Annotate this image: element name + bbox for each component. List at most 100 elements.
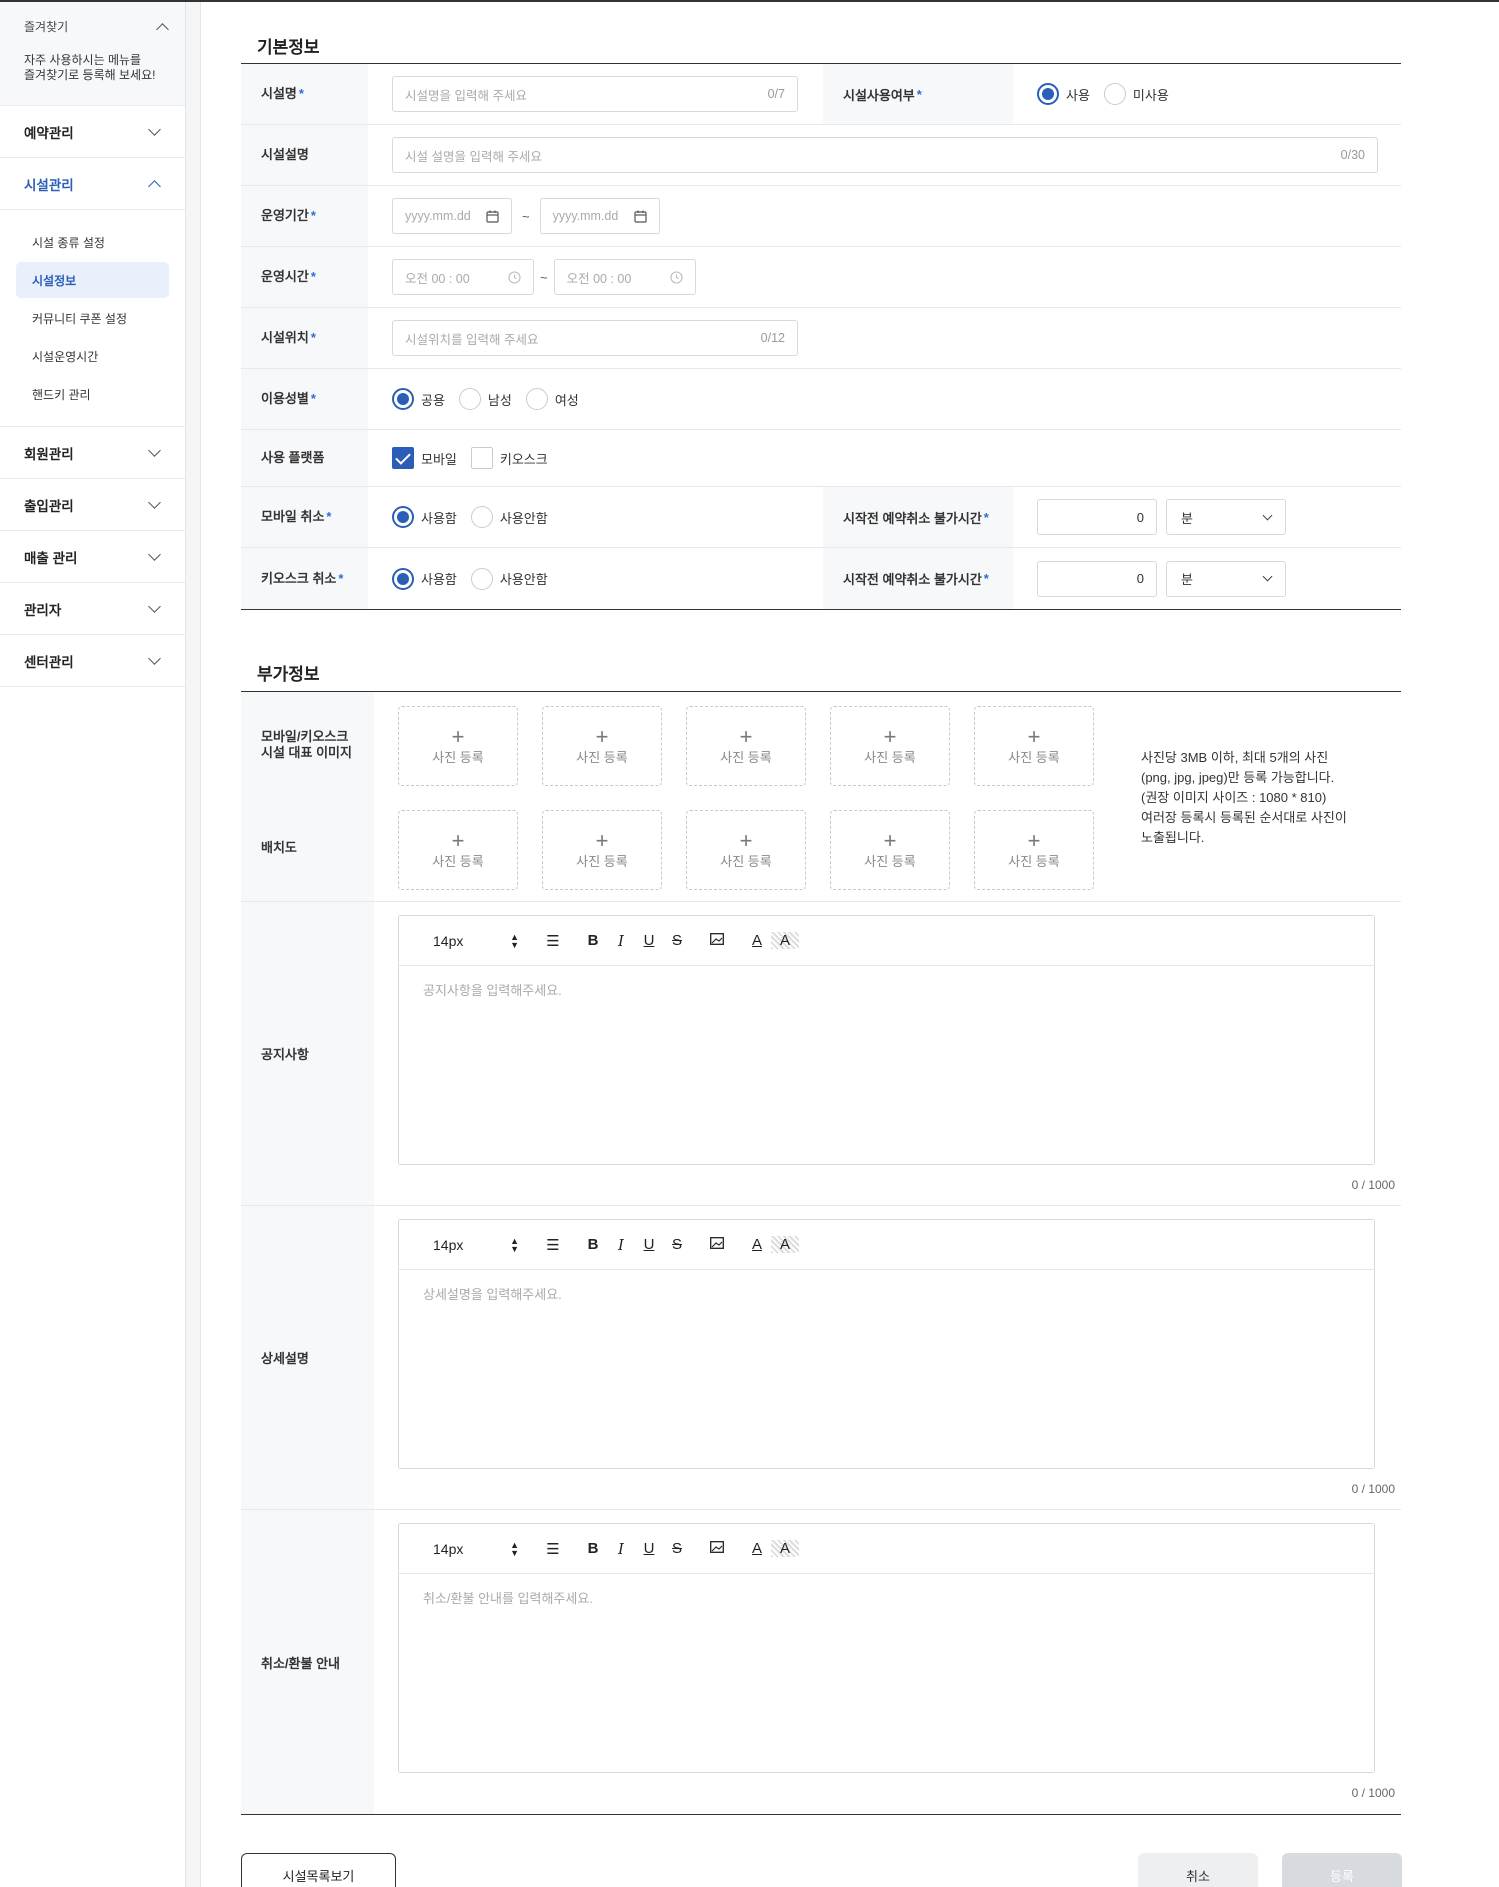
field-label: 시작전 예약취소 불가시간 *: [823, 548, 1013, 609]
layout-upload-button[interactable]: + 사진 등록: [974, 810, 1094, 890]
mobile-cancel-radio-off[interactable]: 사용안함: [470, 506, 548, 528]
text-color-button[interactable]: A: [743, 932, 771, 949]
editor-body[interactable]: 공지사항을 입력해주세요.: [399, 966, 1374, 1013]
chevron-up-icon[interactable]: [156, 22, 169, 36]
mobile-cancel-unit-select[interactable]: 분: [1166, 499, 1286, 535]
use-radio-yes[interactable]: 사용: [1037, 83, 1090, 105]
menu-member[interactable]: 회원관리: [0, 427, 185, 479]
facility-location-input[interactable]: 시설위치를 입력해 주세요 0/12: [392, 320, 798, 356]
cancel-button[interactable]: 취소: [1138, 1853, 1258, 1887]
plus-icon: +: [739, 827, 753, 853]
menu-sales[interactable]: 매출 관리: [0, 531, 185, 583]
label-text: 시작전 예약취소 불가시간: [843, 572, 982, 587]
align-icon[interactable]: ☰: [539, 1236, 567, 1254]
label-text: 사용 플랫폼: [261, 450, 325, 465]
field-cell: 공용 남성 여성: [368, 369, 1401, 429]
mobile-cancel-radio-on[interactable]: 사용함: [392, 506, 457, 528]
italic-button[interactable]: I: [607, 1540, 635, 1558]
radio-label: 여성: [554, 392, 579, 408]
photo-upload-button[interactable]: + 사진 등록: [398, 706, 518, 786]
bold-button[interactable]: B: [579, 932, 607, 949]
checkbox-icon: [470, 447, 493, 469]
radio-label: 사용함: [421, 510, 457, 526]
font-size-select[interactable]: 14px ▲ ▼: [433, 1540, 519, 1557]
menu-facility[interactable]: 시설관리: [0, 158, 185, 210]
upload-label: 사진 등록: [432, 853, 484, 869]
layout-upload-button[interactable]: + 사진 등록: [686, 810, 806, 890]
kiosk-cancel-radio-off[interactable]: 사용안함: [470, 567, 548, 590]
chevron-down-icon: [148, 599, 161, 613]
kiosk-cancel-limit-input[interactable]: 0: [1037, 560, 1157, 597]
highlight-button[interactable]: A: [771, 1236, 799, 1253]
platform-checkbox-mobile[interactable]: 모바일: [392, 447, 457, 469]
facility-name-input[interactable]: 시설명을 입력해 주세요 0/7: [392, 76, 798, 112]
layout-upload-button[interactable]: + 사진 등록: [398, 810, 518, 890]
underline-button[interactable]: U: [635, 1236, 663, 1253]
kiosk-cancel-radio-on[interactable]: 사용함: [392, 567, 457, 590]
mobile-cancel-limit-input[interactable]: 0: [1037, 499, 1157, 535]
font-size-select[interactable]: 14px ▲ ▼: [433, 931, 519, 950]
sidebar-scrollbar[interactable]: [186, 2, 201, 1887]
photo-upload-button[interactable]: + 사진 등록: [830, 706, 950, 786]
menu-access[interactable]: 출입관리: [0, 479, 185, 531]
strikethrough-button[interactable]: S: [663, 1236, 691, 1253]
image-upload-row: 모바일/키오스크 시설 대표 이미지 배치도 + 사진 등록 + 사진 등록 + 사진…: [241, 692, 1401, 902]
menu-center[interactable]: 센터관리: [0, 635, 185, 687]
submenu-handkey[interactable]: 핸드키 관리: [16, 376, 169, 412]
photo-upload-button[interactable]: + 사진 등록: [686, 706, 806, 786]
chevron-down-icon: [148, 547, 161, 561]
facility-description-input[interactable]: 시설 설명을 입력해 주세요 0/30: [392, 137, 1378, 173]
highlight-button[interactable]: A: [771, 1540, 799, 1557]
align-icon[interactable]: ☰: [539, 932, 567, 950]
required-mark: *: [310, 330, 316, 345]
layout-upload-button[interactable]: + 사진 등록: [542, 810, 662, 890]
text-color-button[interactable]: A: [743, 1540, 771, 1557]
image-icon[interactable]: [703, 1236, 731, 1253]
submit-button[interactable]: 등록: [1282, 1853, 1402, 1887]
refund-editor: 14px ▲ ▼ ☰ B I U S A A 취소/환불 안내를 입력해주세요.: [398, 1523, 1375, 1773]
strikethrough-button[interactable]: S: [663, 932, 691, 949]
gender-radio-male[interactable]: 남성: [458, 388, 512, 410]
submenu-facility-type[interactable]: 시설 종류 설정: [16, 224, 169, 260]
editor-row-notice: 공지사항 14px ▲ ▼ ☰ B I U S A A 공지사항을 입력해주세요…: [241, 902, 1401, 1206]
facility-list-button[interactable]: 시설목록보기: [241, 1853, 396, 1887]
required-mark: *: [916, 86, 922, 102]
underline-button[interactable]: U: [635, 932, 663, 949]
italic-button[interactable]: I: [607, 932, 635, 950]
start-time-input[interactable]: 오전 00 : 00: [392, 259, 534, 295]
use-radio-no[interactable]: 미사용: [1103, 83, 1169, 105]
photo-upload-button[interactable]: + 사진 등록: [542, 706, 662, 786]
kiosk-cancel-unit-select[interactable]: 분: [1166, 560, 1286, 597]
radio-label: 사용안함: [499, 572, 548, 587]
editor-body[interactable]: 취소/환불 안내를 입력해주세요.: [399, 1574, 1374, 1621]
form-row: 시설설명 시설 설명을 입력해 주세요 0/30: [241, 125, 1401, 186]
bold-button[interactable]: B: [579, 1236, 607, 1253]
submenu-facility-info[interactable]: 시설정보: [16, 262, 169, 298]
menu-reservation[interactable]: 예약관리: [0, 106, 185, 158]
text-color-button[interactable]: A: [743, 1236, 771, 1253]
menu-admin[interactable]: 관리자: [0, 583, 185, 635]
updown-icon: ▲ ▼: [510, 931, 519, 950]
editor-body[interactable]: 상세설명을 입력해주세요.: [399, 1270, 1374, 1317]
menu-label: 시설관리: [24, 177, 74, 193]
strikethrough-button[interactable]: S: [663, 1540, 691, 1557]
gender-radio-common[interactable]: 공용: [392, 388, 445, 410]
underline-button[interactable]: U: [635, 1540, 663, 1557]
end-date-input[interactable]: yyyy.mm.dd: [539, 198, 660, 234]
photo-upload-button[interactable]: + 사진 등록: [974, 706, 1094, 786]
form-row: 사용 플랫폼 모바일 키오스크: [241, 430, 1401, 487]
submenu-hours[interactable]: 시설운영시간: [16, 338, 169, 374]
platform-checkbox-kiosk[interactable]: 키오스크: [470, 447, 548, 469]
image-icon[interactable]: [703, 932, 731, 949]
align-icon[interactable]: ☰: [539, 1540, 567, 1558]
highlight-button[interactable]: A: [771, 932, 799, 949]
end-time-input[interactable]: 오전 00 : 00: [553, 259, 696, 295]
start-date-input[interactable]: yyyy.mm.dd: [392, 198, 512, 234]
gender-radio-female[interactable]: 여성: [525, 388, 579, 410]
image-icon[interactable]: [703, 1540, 731, 1557]
submenu-coupon[interactable]: 커뮤니티 쿠폰 설정: [16, 300, 169, 336]
bold-button[interactable]: B: [579, 1540, 607, 1557]
layout-upload-button[interactable]: + 사진 등록: [830, 810, 950, 890]
font-size-select[interactable]: 14px ▲ ▼: [433, 1236, 519, 1253]
italic-button[interactable]: I: [607, 1236, 635, 1254]
